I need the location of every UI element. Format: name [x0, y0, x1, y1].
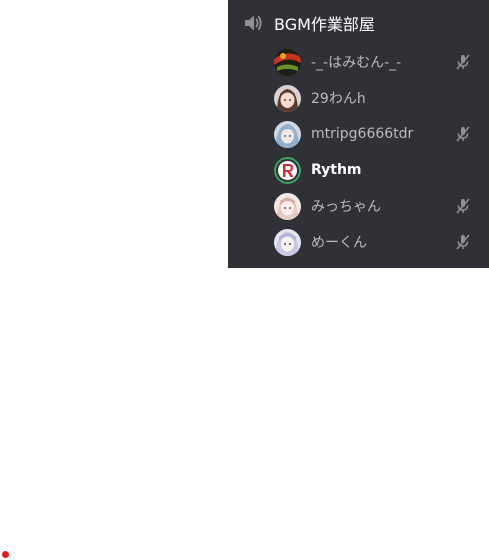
member-name: mtripg6666tdr [311, 126, 414, 142]
member-name: -_-はみむん-_- [311, 55, 402, 71]
speaker-icon [242, 12, 264, 34]
avatar [274, 228, 301, 256]
voice-member[interactable]: みっちゃん [274, 188, 479, 224]
member-name: Rythm [311, 162, 362, 178]
voice-channel-name: BGM作業部屋 [274, 15, 375, 34]
voice-member[interactable]: mtripg6666tdr [274, 116, 479, 152]
voice-member[interactable]: Rythm [274, 152, 479, 188]
voice-channel-panel: BGM作業部屋 -_-はみむん-_- 29わんh mtripg6666tdr R… [228, 0, 489, 268]
avatar [274, 192, 301, 220]
voice-channel[interactable]: BGM作業部屋 [242, 8, 375, 38]
avatar [274, 120, 301, 148]
member-name: めーくん [311, 235, 367, 251]
page: BGM作業部屋 -_-はみむん-_- 29わんh mtripg6666tdr R… [0, 0, 489, 560]
member-name: 29わんh [311, 91, 366, 107]
voice-member-list: -_-はみむん-_- 29わんh mtripg6666tdr Rythm みっち… [274, 44, 479, 260]
indicator-dot [2, 551, 9, 558]
avatar [274, 84, 301, 112]
avatar [274, 48, 301, 76]
voice-member[interactable]: めーくん [274, 224, 479, 260]
microphone-muted-icon [455, 234, 471, 250]
member-name: みっちゃん [311, 199, 381, 215]
microphone-muted-icon [455, 126, 471, 142]
voice-member[interactable]: 29わんh [274, 80, 479, 116]
microphone-muted-icon [455, 198, 471, 214]
avatar [274, 156, 301, 184]
voice-member[interactable]: -_-はみむん-_- [274, 44, 479, 80]
microphone-muted-icon [455, 54, 471, 70]
